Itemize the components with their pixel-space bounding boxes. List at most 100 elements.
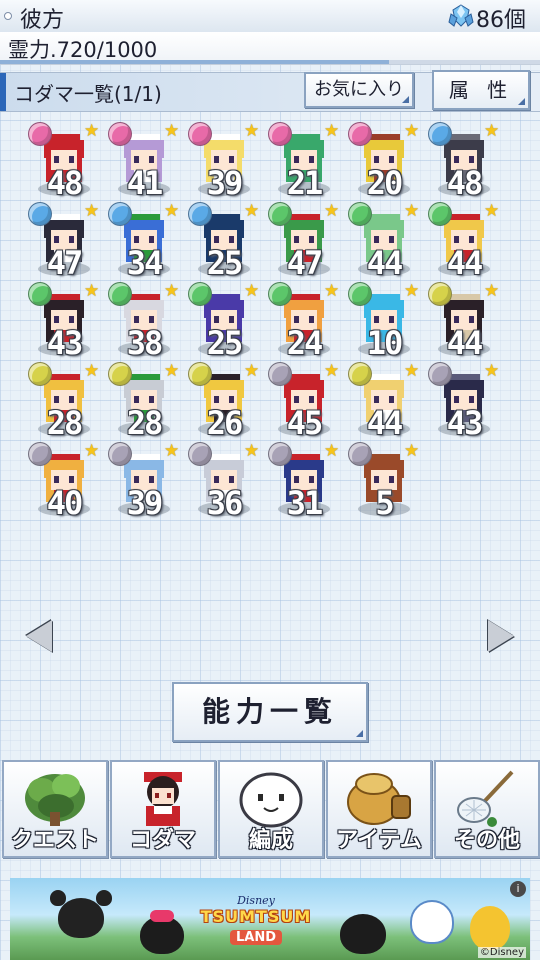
kodama-card[interactable]: ★ 38	[104, 280, 184, 362]
kodama-card[interactable]: ★ 47	[264, 200, 344, 282]
nav-quest-label: クエスト	[10, 828, 99, 853]
favorite-star-icon: ★	[164, 441, 180, 461]
ad-character-bow	[150, 910, 174, 922]
kodama-card[interactable]: ★ 39	[104, 440, 184, 522]
favorite-star-icon: ★	[324, 361, 340, 381]
menu-dot-icon	[4, 12, 12, 20]
kodama-card[interactable]: ★ 39	[184, 120, 264, 202]
kodama-card[interactable]: ★ 44	[344, 200, 424, 282]
kodama-card[interactable]: ★ 40	[24, 440, 104, 522]
kodama-level: 31	[286, 484, 324, 522]
prev-page-arrow-icon[interactable]	[26, 620, 52, 652]
favorite-star-icon: ★	[404, 121, 420, 141]
attribute-orb-icon	[108, 362, 132, 386]
attribute-orb-icon	[108, 122, 132, 146]
kodama-card[interactable]: ★ 44	[344, 360, 424, 442]
kodama-level: 21	[286, 164, 324, 202]
location-label: 彼方	[20, 8, 65, 33]
attribute-orb-icon	[428, 122, 452, 146]
kodama-level: 25	[206, 324, 244, 362]
nav-item-button[interactable]: アイテム	[326, 760, 432, 858]
favorite-star-icon: ★	[84, 361, 100, 381]
kodama-card[interactable]: ★ 25	[184, 200, 264, 282]
corner-marker-icon	[356, 730, 363, 737]
kodama-level: 45	[286, 404, 324, 442]
kodama-level: 40	[46, 484, 84, 522]
ad-character-ear	[50, 890, 66, 906]
kodama-level: 39	[126, 484, 164, 522]
kodama-card[interactable]: ★ 20	[344, 120, 424, 202]
kodama-card[interactable]: ★ 43	[24, 280, 104, 362]
kodama-grid: ★ 48 ★ 41 ★ 39 ★ 21 ★ 20 ★ 48 ★ 47 ★ 34 ★ 25 ★ 47 ★ 44 ★ 44 ★ 43 ★…	[24, 120, 504, 530]
kodama-card[interactable]: ★ 41	[104, 120, 184, 202]
kodama-card[interactable]: ★ 48	[24, 120, 104, 202]
attribute-orb-icon	[28, 122, 52, 146]
ad-character-ear	[96, 890, 112, 906]
favorite-star-icon: ★	[244, 281, 260, 301]
kodama-card[interactable]: ★ 43	[424, 360, 504, 442]
spirit-power-bar	[0, 60, 540, 64]
attribute-orb-icon	[28, 442, 52, 466]
kodama-level: 38	[126, 324, 164, 362]
favorite-star-icon: ★	[404, 281, 420, 301]
ad-character	[470, 906, 510, 950]
attribute-button[interactable]: 属 性	[432, 70, 530, 110]
nav-kodama-button[interactable]: コダマ	[110, 760, 216, 858]
kodama-card[interactable]: ★ 45	[264, 360, 344, 442]
ad-copyright: ©Disney	[477, 947, 526, 958]
attribute-orb-icon	[108, 202, 132, 226]
attribute-orb-icon	[348, 122, 372, 146]
ad-info-icon[interactable]: i	[510, 881, 526, 897]
kodama-level: 26	[206, 404, 244, 442]
nav-other-button[interactable]: その他	[434, 760, 540, 858]
attribute-orb-icon	[188, 442, 212, 466]
kodama-card[interactable]: ★ 5	[344, 440, 424, 522]
nav-kodama-label: コダマ	[129, 828, 196, 853]
kodama-card[interactable]: ★ 26	[184, 360, 264, 442]
kodama-card[interactable]: ★ 21	[264, 120, 344, 202]
gem-count: 86個	[476, 8, 526, 33]
next-page-arrow-icon[interactable]	[488, 620, 514, 652]
attribute-orb-icon	[268, 202, 292, 226]
attribute-button-label: 属 性	[448, 78, 514, 102]
favorite-star-icon: ★	[244, 121, 260, 141]
nav-quest-button[interactable]: クエスト	[2, 760, 108, 858]
advertisement-banner[interactable]: Disney TSUMTSUM LAND i ©Disney	[10, 878, 530, 960]
kodama-level: 36	[206, 484, 244, 522]
favorite-star-icon: ★	[244, 361, 260, 381]
nav-formation-button[interactable]: 編成	[218, 760, 324, 858]
kodama-card[interactable]: ★ 24	[264, 280, 344, 362]
favorite-star-icon: ★	[164, 121, 180, 141]
header-accent	[0, 73, 6, 111]
favorite-star-icon: ★	[164, 281, 180, 301]
kodama-card[interactable]: ★ 25	[184, 280, 264, 362]
kodama-level: 10	[366, 324, 404, 362]
favorite-star-icon: ★	[164, 361, 180, 381]
attribute-orb-icon	[428, 282, 452, 306]
kodama-card[interactable]: ★ 28	[24, 360, 104, 442]
kodama-card[interactable]: ★ 10	[344, 280, 424, 362]
attribute-orb-icon	[268, 442, 292, 466]
kodama-card[interactable]: ★ 36	[184, 440, 264, 522]
favorites-button[interactable]: お気に入り	[304, 72, 414, 108]
kodama-level: 25	[206, 244, 244, 282]
kodama-card[interactable]: ★ 47	[24, 200, 104, 282]
ad-title: TSUMTSUM	[200, 907, 312, 926]
favorite-star-icon: ★	[84, 281, 100, 301]
kodama-level: 20	[366, 164, 404, 202]
kodama-card[interactable]: ★ 44	[424, 280, 504, 362]
favorite-star-icon: ★	[244, 201, 260, 221]
kodama-level: 43	[446, 404, 484, 442]
favorite-star-icon: ★	[484, 121, 500, 141]
favorite-star-icon: ★	[164, 201, 180, 221]
favorite-star-icon: ★	[404, 361, 420, 381]
favorite-star-icon: ★	[244, 441, 260, 461]
kodama-card[interactable]: ★ 44	[424, 200, 504, 282]
kodama-card[interactable]: ★ 31	[264, 440, 344, 522]
kodama-card[interactable]: ★ 48	[424, 120, 504, 202]
ability-list-button[interactable]: 能力一覧	[172, 682, 368, 742]
kodama-card[interactable]: ★ 34	[104, 200, 184, 282]
favorites-button-label: お気に入り	[314, 79, 404, 100]
kodama-card[interactable]: ★ 28	[104, 360, 184, 442]
kodama-level: 48	[46, 164, 84, 202]
